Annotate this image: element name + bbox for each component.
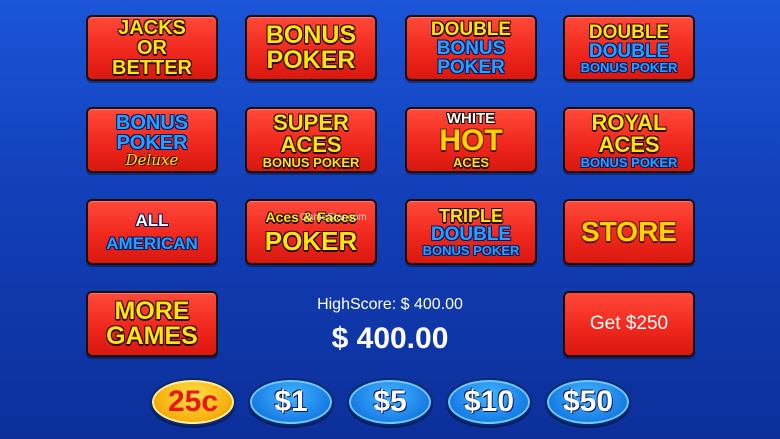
game-title-line: AMERICAN — [106, 234, 198, 253]
game-title-line: DOUBLE — [430, 224, 512, 245]
game-bonus-poker-button[interactable]: BONUS POKER — [245, 15, 377, 81]
game-title-line: BONUS — [115, 111, 189, 134]
denomination-10-button[interactable]: $10 — [446, 378, 532, 426]
game-title-line: BONUS POKER — [580, 154, 678, 170]
game-aces-and-faces-poker-button[interactable]: Aces & Faces POKER — [245, 199, 377, 265]
game-title-line: DOUBLE — [430, 18, 512, 40]
game-all-american-button[interactable]: ALL AMERICAN — [86, 199, 218, 265]
game-title-line: BONUS POKER — [262, 154, 360, 170]
watermark: GameStar.com — [300, 212, 367, 223]
game-white-hot-aces-button[interactable]: WHITE HOT ACES — [405, 107, 537, 173]
denomination-5-button[interactable]: $5 — [347, 378, 433, 426]
denomination-1-button[interactable]: $1 — [248, 378, 334, 426]
game-title-line: SUPER — [273, 109, 349, 135]
high-score: HighScore: $ 400.00 — [317, 296, 463, 313]
game-title-line: BETTER — [112, 57, 192, 79]
more-games-label-line: MORE — [114, 297, 190, 325]
game-jacks-or-better-button[interactable]: JACKS OR BETTER — [86, 15, 218, 81]
game-bonus-poker-deluxe-button[interactable]: BONUS POKER Deluxe — [86, 107, 218, 173]
game-title-line: BONUS — [265, 21, 357, 49]
game-title-line: BONUS — [436, 37, 506, 59]
game-title-line: POKER — [437, 56, 505, 78]
game-double-double-bonus-poker-button[interactable]: DOUBLE DOUBLE BONUS POKER — [563, 15, 695, 81]
game-title-line: ACES — [598, 131, 660, 157]
score-panel: HighScore: $ 400.00 $ 400.00 — [260, 296, 520, 356]
game-title-line: BONUS POKER — [422, 243, 520, 258]
game-title-line: ACES — [280, 131, 342, 157]
game-title-line: ROYAL — [591, 109, 667, 135]
more-games-button[interactable]: MORE GAMES — [86, 291, 218, 357]
credits-balance: $ 400.00 — [331, 322, 449, 355]
game-triple-double-bonus-poker-button[interactable]: TRIPLE DOUBLE BONUS POKER — [405, 199, 537, 265]
game-super-aces-bonus-poker-button[interactable]: SUPER ACES BONUS POKER — [245, 107, 377, 173]
game-title-line: OR — [137, 37, 167, 59]
game-title-line: JACKS — [118, 17, 186, 39]
game-title-line: DOUBLE — [588, 21, 670, 43]
game-title-line: ALL — [135, 211, 169, 230]
store-label: STORE — [581, 216, 677, 247]
game-title-line: BONUS POKER — [580, 59, 678, 75]
game-title-line: ACES — [452, 155, 490, 170]
more-games-label-line: GAMES — [106, 322, 198, 350]
game-title-line: POKER — [116, 131, 188, 154]
store-button[interactable]: STORE — [563, 199, 695, 265]
game-title-line: TRIPLE — [438, 206, 503, 226]
game-title-line: HOT — [439, 124, 503, 157]
game-royal-aces-bonus-poker-button[interactable]: ROYAL ACES BONUS POKER — [563, 107, 695, 173]
denomination-25c-button[interactable]: 25c — [150, 378, 236, 426]
denomination-50-button[interactable]: $50 — [545, 378, 631, 426]
game-title-line: POKER — [266, 46, 356, 74]
game-title-line: Deluxe — [125, 150, 179, 169]
game-double-bonus-poker-button[interactable]: DOUBLE BONUS POKER — [405, 15, 537, 81]
get-credits-button[interactable]: Get $250 — [563, 291, 695, 357]
game-title-line: DOUBLE — [588, 40, 670, 62]
game-title-line: POKER — [264, 226, 358, 256]
